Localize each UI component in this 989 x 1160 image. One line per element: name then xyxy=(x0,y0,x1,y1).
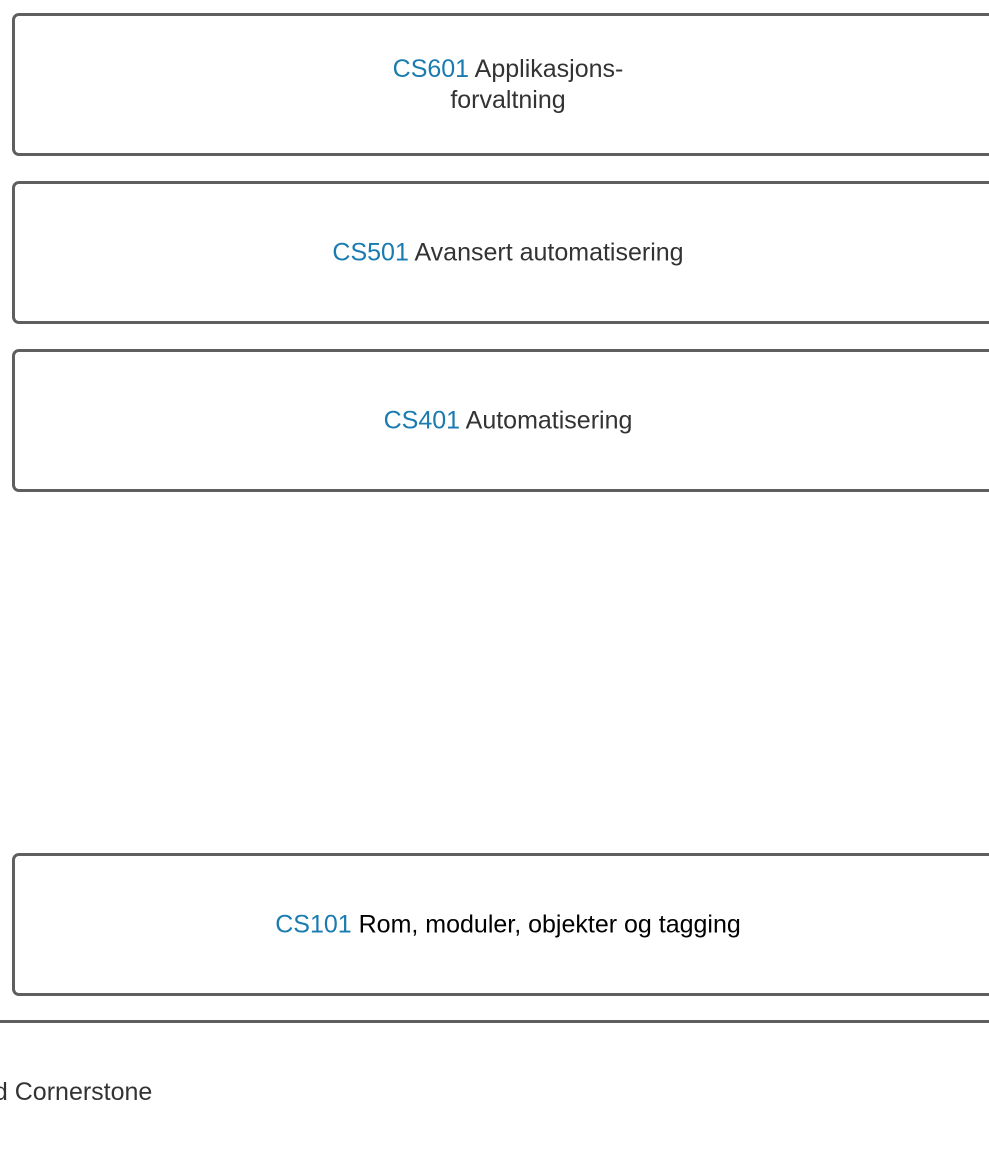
course-code: CS601 xyxy=(392,54,470,83)
footer-label: ed Cornerstone xyxy=(0,1078,153,1106)
course-label-cs401: CS401 Automatisering xyxy=(384,405,633,436)
course-name: Automatisering xyxy=(465,406,633,434)
course-box-cs601[interactable]: CS601 Applikasjons-forvaltning xyxy=(12,13,989,156)
course-code: CS501 xyxy=(332,238,409,266)
course-box-cs401[interactable]: CS401 Automatisering xyxy=(12,349,989,492)
course-label-cs101: CS101 Rom, moduler, objekter og tagging xyxy=(275,909,741,940)
divider xyxy=(0,1020,989,1023)
course-label-cs501: CS501 Avansert automatisering xyxy=(332,237,683,268)
course-name: Applikasjons-forvaltning xyxy=(450,54,624,114)
course-box-cs501[interactable]: CS501 Avansert automatisering xyxy=(12,181,989,324)
course-name: Rom, moduler, objekter og tagging xyxy=(358,910,741,938)
course-label-cs601: CS601 Applikasjons-forvaltning xyxy=(378,54,638,116)
course-name: Avansert automatisering xyxy=(414,238,684,266)
course-code: CS101 xyxy=(275,910,352,938)
course-box-cs101[interactable]: CS101 Rom, moduler, objekter og tagging xyxy=(12,853,989,996)
course-code: CS401 xyxy=(383,406,461,434)
